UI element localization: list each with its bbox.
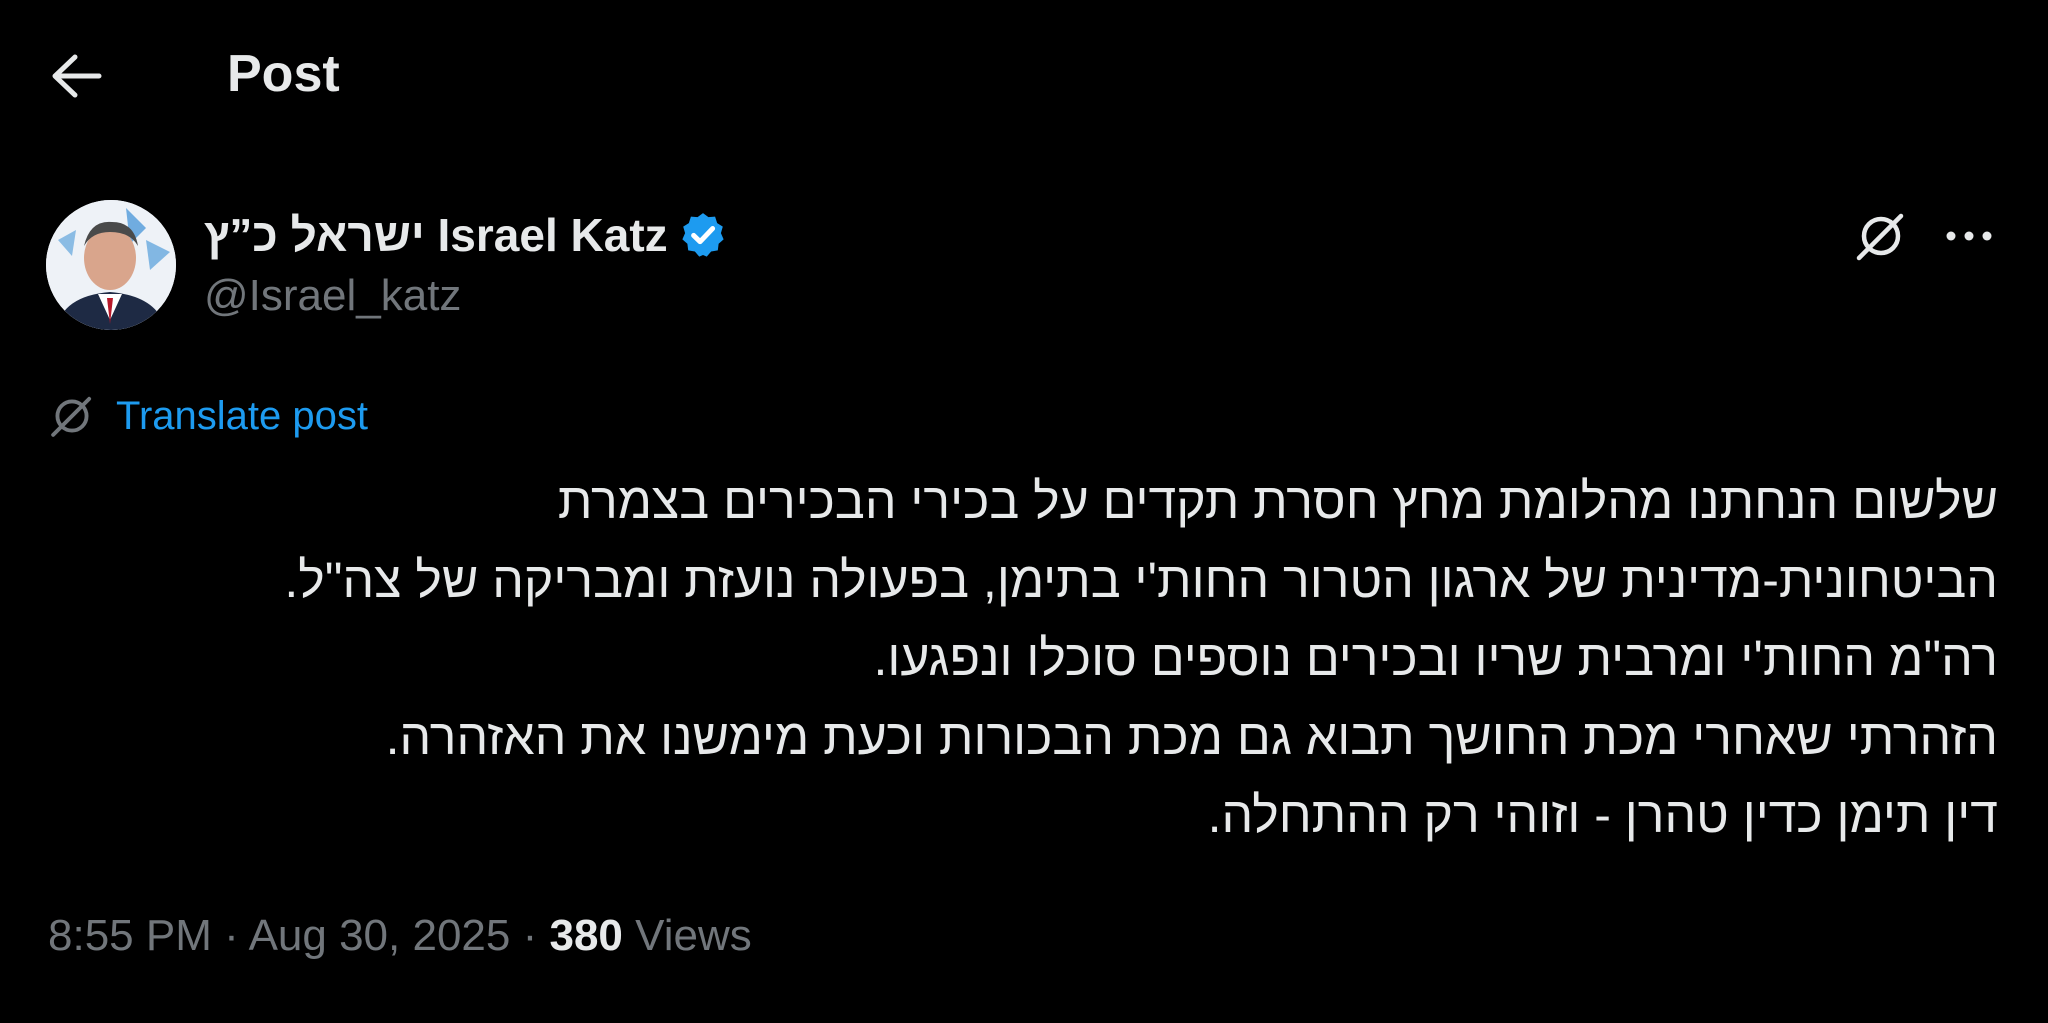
grok-icon bbox=[51, 396, 92, 437]
post-text-line: הזהרתי שאחרי מכת החושך תבוא גם מכת הבכור… bbox=[385, 708, 1998, 765]
translate-post-button[interactable]: Translate post bbox=[48, 388, 368, 444]
avatar[interactable] bbox=[46, 200, 176, 330]
views-count: 380 bbox=[549, 911, 623, 960]
post-text-line: רה"מ החות'י ומרבית שריו ובכירים נוספים ס… bbox=[873, 630, 1998, 686]
back-button[interactable] bbox=[46, 50, 106, 102]
views-label: Views bbox=[635, 911, 752, 960]
post-text: שלשום הנחתנו מהלומת מחץ חסרת תקדים על בכ… bbox=[60, 462, 1998, 855]
post-text-line: הביטחונית-מדינית של ארגון הטרור החות'י ב… bbox=[284, 551, 1998, 608]
verified-badge-icon bbox=[682, 213, 724, 257]
avatar-image bbox=[46, 200, 176, 330]
post-time[interactable]: 8:55 PM bbox=[48, 911, 212, 960]
post-meta: 8:55 PM · Aug 30, 2025 · 380 Views bbox=[48, 906, 752, 966]
grok-button[interactable] bbox=[1850, 205, 1912, 267]
meta-separator: · bbox=[224, 911, 239, 960]
more-options-button[interactable] bbox=[1938, 205, 2000, 267]
post-date[interactable]: Aug 30, 2025 bbox=[249, 911, 511, 960]
grok-icon bbox=[1856, 213, 1904, 261]
more-dots-icon bbox=[1946, 231, 1992, 241]
post-text-line: דין תימן כדין טהרן - וזוהי רק ההתחלה. bbox=[1207, 787, 1998, 843]
author-name-link[interactable]: ישראל כ”ץ Israel Katz bbox=[204, 205, 728, 265]
author-handle[interactable]: @Israel_katz bbox=[204, 268, 461, 324]
top-bar: Post bbox=[0, 0, 2048, 150]
author-name: ישראל כ”ץ Israel Katz bbox=[204, 209, 668, 261]
post-page: Post ישראל כ”ץ Israel Katz @Israel_katz bbox=[0, 0, 2048, 1023]
post-text-line: שלשום הנחתנו מהלומת מחץ חסרת תקדים על בכ… bbox=[557, 473, 1998, 529]
page-title: Post bbox=[227, 45, 340, 103]
translate-post-label: Translate post bbox=[116, 393, 368, 438]
arrow-left-icon bbox=[52, 54, 102, 98]
meta-separator: · bbox=[522, 911, 538, 960]
